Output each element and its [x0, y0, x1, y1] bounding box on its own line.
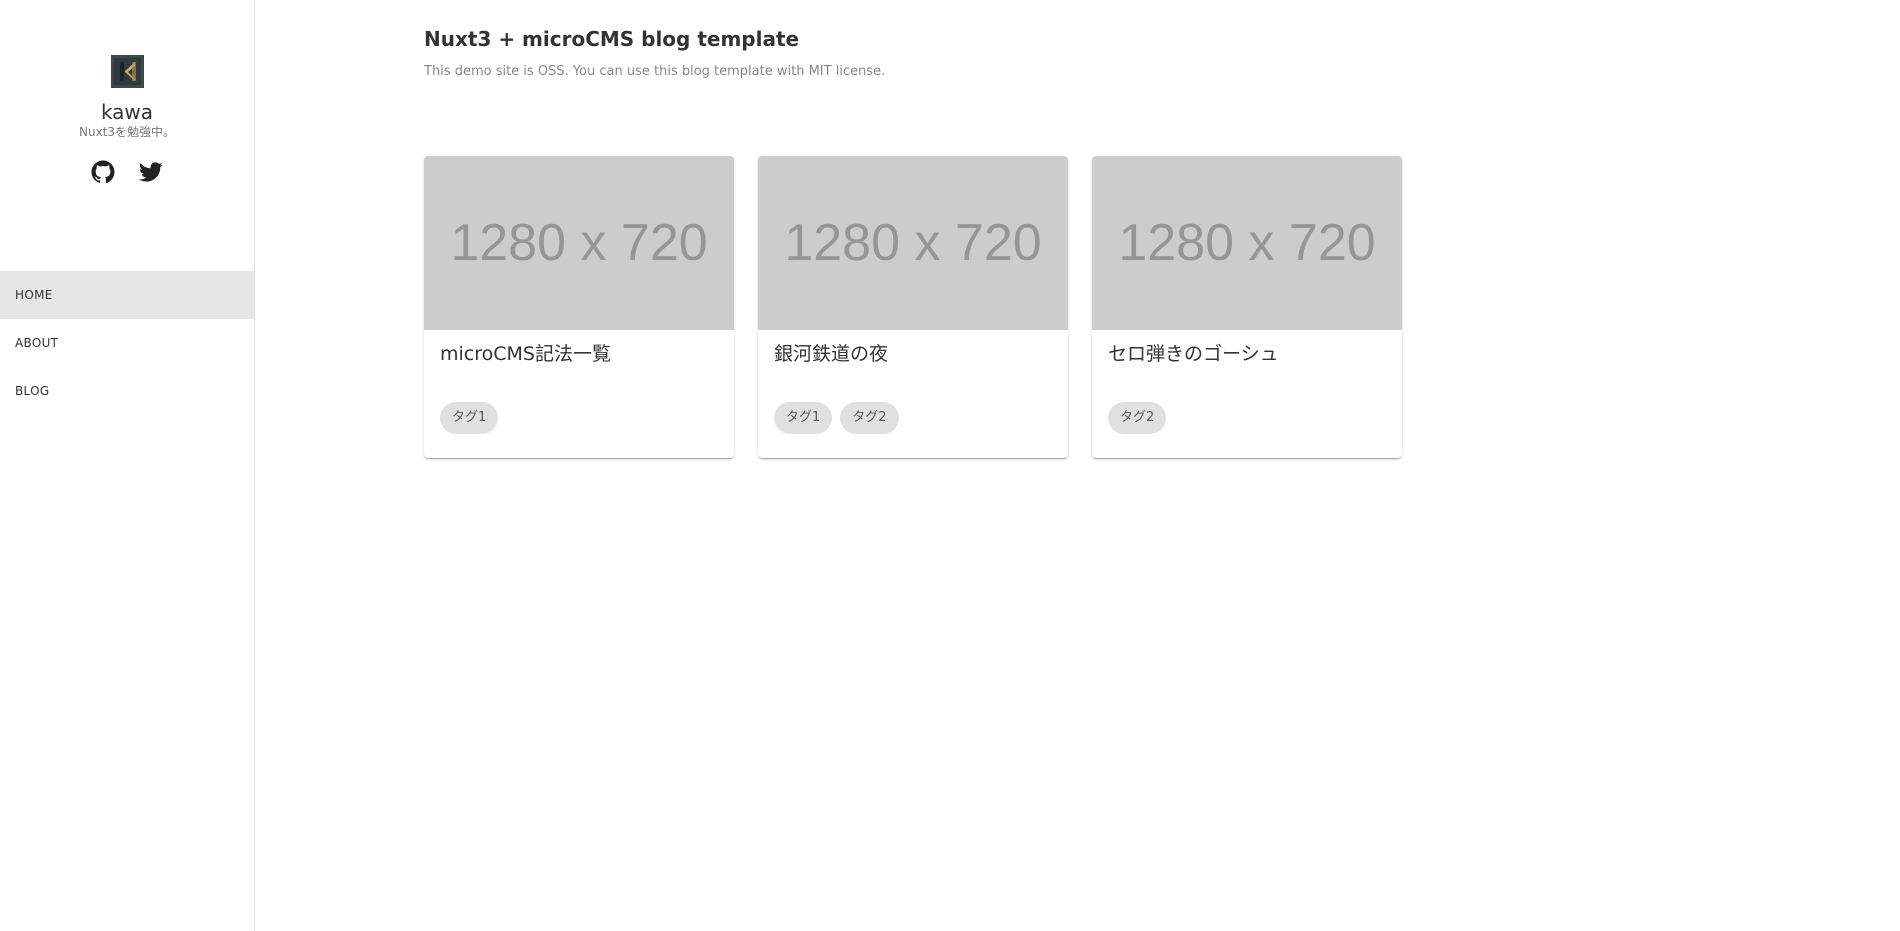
profile: kawa Nuxt3を勉強中。	[0, 0, 254, 184]
page-subtitle: This demo site is OSS. You can use this …	[424, 64, 886, 79]
nav-item-home[interactable]: HOME	[0, 271, 254, 319]
post-title: 銀河鉄道の夜	[774, 343, 889, 365]
tag-chip[interactable]: タグ1	[440, 402, 499, 434]
user-name: kawa	[100, 100, 154, 124]
twitter-link[interactable]	[139, 160, 163, 184]
post-title: セロ弾きのゴーシュ	[1108, 343, 1279, 365]
tag-chip[interactable]: タグ2	[840, 402, 899, 434]
post-thumbnail: 1280 x 720	[1092, 156, 1402, 330]
nav-item-blog[interactable]: BLOG	[0, 367, 254, 415]
post-card[interactable]: 1280 x 720 セロ弾きのゴーシュ タグ2	[1092, 156, 1402, 458]
github-link[interactable]	[91, 160, 115, 184]
post-thumbnail: 1280 x 720	[424, 156, 734, 330]
tag-chip[interactable]: タグ2	[1108, 402, 1167, 434]
post-thumbnail: 1280 x 720	[758, 156, 1068, 330]
nav-item-about[interactable]: ABOUT	[0, 319, 254, 367]
page-title: Nuxt3 + microCMS blog template	[424, 27, 800, 51]
post-tags: タグ2	[1092, 390, 1402, 434]
post-title: microCMS記法一覧	[440, 343, 611, 365]
post-tags: タグ1	[424, 390, 734, 434]
github-icon	[91, 160, 115, 184]
post-card[interactable]: 1280 x 720 microCMS記法一覧 タグ1	[424, 156, 734, 458]
tag-chip[interactable]: タグ1	[774, 402, 833, 434]
post-list: 1280 x 720 microCMS記法一覧 タグ1 1280 x 720 銀…	[424, 156, 1402, 458]
twitter-icon	[139, 162, 163, 182]
post-tags: タグ1 タグ2	[758, 390, 1068, 434]
sidebar: kawa Nuxt3を勉強中。 HOME ABOUT BLOG	[0, 0, 255, 931]
avatar	[110, 55, 144, 88]
nav-menu: HOME ABOUT BLOG	[0, 271, 254, 415]
user-description: Nuxt3を勉強中。	[78, 125, 176, 139]
social-links	[0, 160, 254, 184]
k-logo-icon	[110, 55, 144, 88]
post-card[interactable]: 1280 x 720 銀河鉄道の夜 タグ1 タグ2	[758, 156, 1068, 458]
